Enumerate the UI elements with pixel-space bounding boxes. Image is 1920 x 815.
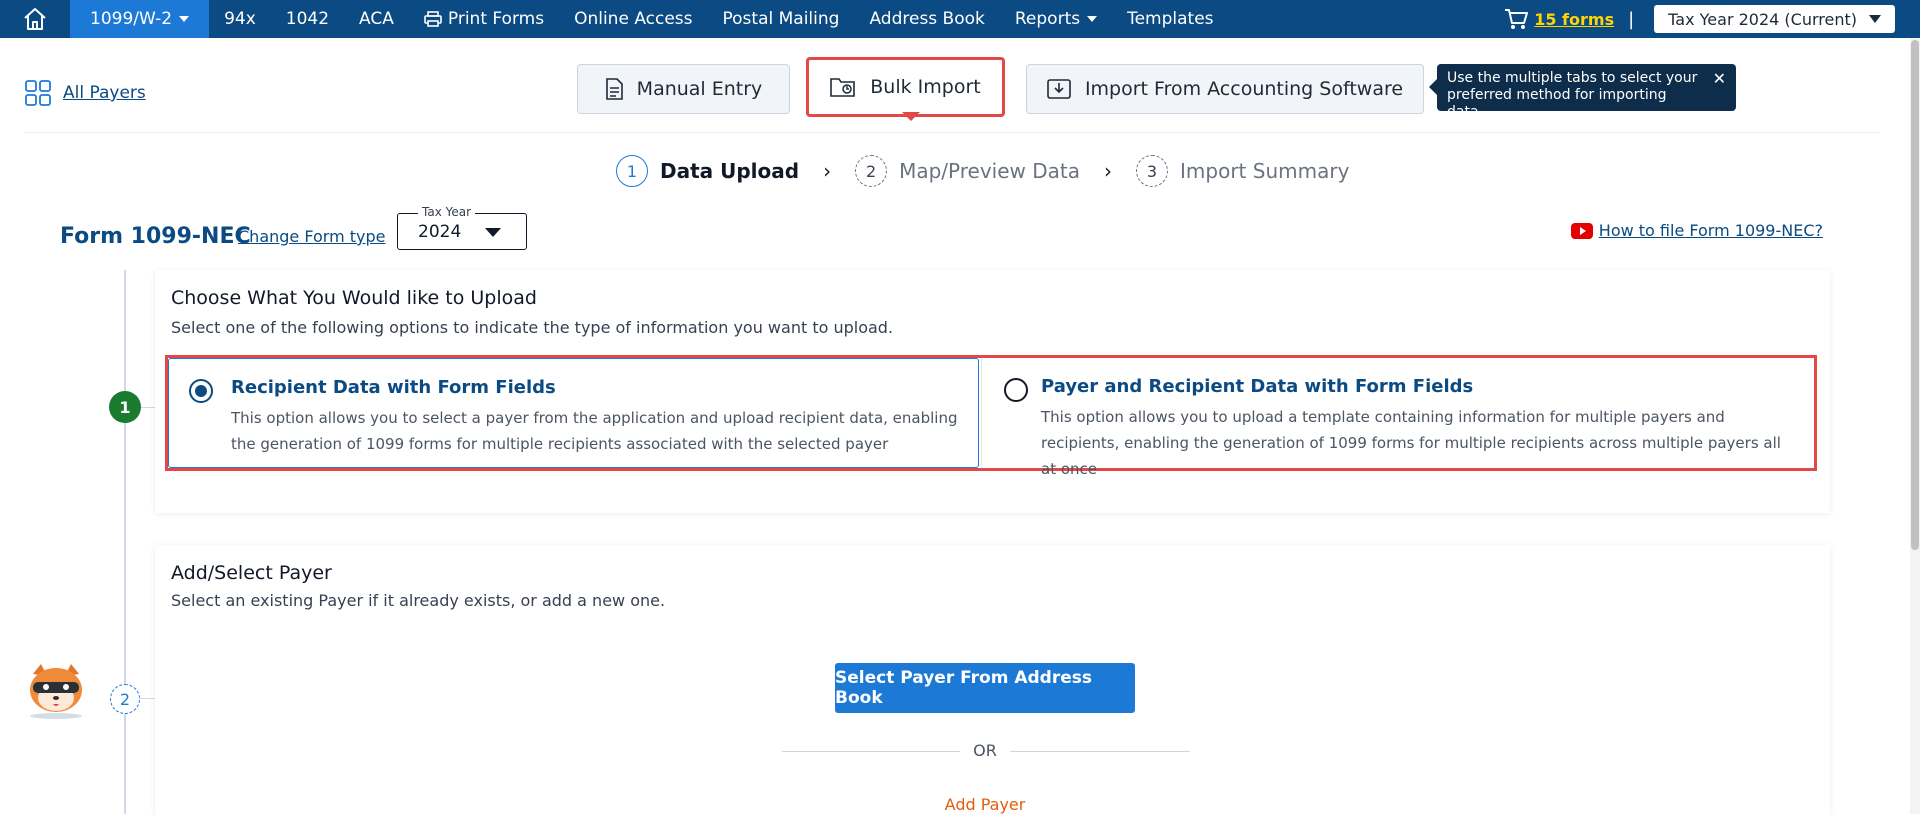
step-data-upload: 1 Data Upload [616, 155, 799, 187]
nav-1099-w2-label: 1099/W-2 [90, 9, 173, 29]
chevron-down-icon [485, 228, 501, 237]
tab-manual-entry-label: Manual Entry [636, 78, 763, 100]
document-icon [605, 78, 623, 100]
timeline-connector [141, 407, 155, 408]
close-icon[interactable]: ✕ [1713, 70, 1726, 87]
radio-unselected[interactable] [1004, 378, 1029, 402]
timeline-line [124, 270, 126, 814]
header-divider [25, 132, 1880, 133]
add-select-payer-card: Add/Select Payer Select an existing Paye… [155, 545, 1830, 815]
upload-type-card: Choose What You Would like to Upload Sel… [155, 270, 1830, 513]
how-to-file[interactable]: How to file Form 1099-NEC? [1570, 221, 1823, 240]
radio-selected[interactable] [189, 379, 213, 403]
all-payers[interactable]: All Payers [25, 80, 146, 106]
select-payer-button[interactable]: Select Payer From Address Book [835, 663, 1135, 713]
card-title: Choose What You Would like to Upload [171, 287, 537, 309]
add-payer-link[interactable]: Add Payer [885, 795, 1085, 814]
home-icon[interactable] [0, 0, 70, 38]
chevron-down-icon [1087, 16, 1098, 22]
tax-year-value: 2024 [418, 222, 462, 242]
nav-94x[interactable]: 94x [209, 0, 271, 38]
option-payer-recipient-data[interactable]: Payer and Recipient Data with Form Field… [981, 358, 1814, 478]
how-to-file-link[interactable]: How to file Form 1099-NEC? [1599, 221, 1823, 240]
cart-icon [1505, 9, 1529, 29]
timeline-connector [140, 698, 155, 699]
tax-year-select[interactable]: Tax Year 2024 (Current) [1654, 5, 1895, 33]
option-description: This option allows you to upload a templ… [1041, 408, 1781, 478]
import-tooltip: Use the multiple tabs to select your pre… [1429, 64, 1736, 120]
option-title: Recipient Data with Form Fields [231, 377, 556, 398]
step-import-summary: 3 Import Summary [1136, 155, 1349, 187]
option-description: This option allows you to select a payer… [231, 409, 958, 453]
all-payers-link[interactable]: All Payers [63, 83, 146, 103]
cart-count-link[interactable]: 15 forms [1534, 10, 1614, 29]
step-label: Import Summary [1180, 159, 1350, 183]
nav-separator: | [1628, 8, 1635, 30]
scrollbar-thumb[interactable] [1911, 40, 1919, 550]
nav-reports-label: Reports [1014, 9, 1081, 29]
step-number: 1 [616, 155, 648, 187]
tab-import-accounting-label: Import From Accounting Software [1084, 78, 1404, 100]
nav-online-access[interactable]: Online Access [559, 0, 707, 38]
nav-postal-mailing[interactable]: Postal Mailing [708, 0, 855, 38]
option-recipient-data[interactable]: Recipient Data with Form Fields This opt… [168, 358, 980, 468]
step-map-preview: 2 Map/Preview Data [855, 155, 1080, 187]
step-label: Data Upload [660, 159, 800, 183]
tab-import-accounting[interactable]: Import From Accounting Software [1026, 64, 1424, 114]
nav-templates[interactable]: Templates [1112, 0, 1228, 38]
tab-bulk-import[interactable]: Bulk Import [806, 57, 1005, 117]
tab-manual-entry[interactable]: Manual Entry [577, 64, 790, 114]
tax-year-label: Tax Year 2024 (Current) [1668, 9, 1857, 29]
card-subtitle: Select one of the following options to i… [171, 318, 894, 337]
chevron-down-icon [1869, 15, 1881, 23]
step-number: 2 [855, 155, 888, 187]
nav-1099-w2[interactable]: 1099/W-2 [70, 0, 210, 38]
timeline-step-2: 2 [110, 684, 140, 714]
step-label: Map/Preview Data [899, 159, 1081, 183]
folder-import-icon [830, 78, 856, 97]
youtube-icon [1570, 222, 1593, 239]
top-nav: 1099/W-2 94x 1042 ACA Print Forms Online… [0, 0, 1920, 38]
nav-aca[interactable]: ACA [344, 0, 409, 38]
nav-reports[interactable]: Reports [1000, 0, 1112, 38]
import-stepper: 1 Data Upload › 2 Map/Preview Data › 3 I… [616, 155, 1349, 187]
assistant-mascot-icon[interactable] [23, 660, 89, 720]
chevron-right-icon: › [823, 159, 832, 183]
or-label: OR [960, 741, 1010, 760]
nav-print-forms[interactable]: Print Forms [409, 0, 559, 38]
grid-icon [25, 80, 51, 106]
card-title: Add/Select Payer [171, 562, 332, 584]
form-title: Form 1099-NEC [60, 224, 251, 249]
printer-icon [424, 11, 442, 27]
cart[interactable]: 15 forms [1504, 8, 1614, 30]
option-title: Payer and Recipient Data with Form Field… [1041, 376, 1474, 397]
step-number: 3 [1136, 155, 1169, 187]
tax-year-legend: Tax Year [418, 205, 476, 219]
tooltip-text: Use the multiple tabs to select your pre… [1447, 70, 1698, 120]
timeline-step-1: 1 [109, 391, 141, 423]
change-form-type-link[interactable]: Change Form type [238, 227, 385, 246]
nav-1042[interactable]: 1042 [271, 0, 344, 38]
tab-bulk-import-label: Bulk Import [870, 76, 981, 98]
tax-year-dropdown[interactable]: Tax Year 2024 [397, 205, 527, 250]
chevron-down-icon [179, 16, 190, 22]
nav-address-book[interactable]: Address Book [854, 0, 999, 38]
card-subtitle: Select an existing Payer if it already e… [171, 591, 666, 610]
download-tray-icon [1047, 79, 1071, 99]
nav-print-forms-label: Print Forms [447, 9, 545, 29]
chevron-right-icon: › [1104, 159, 1113, 183]
upload-options: Recipient Data with Form Fields This opt… [165, 355, 1817, 478]
active-tab-pointer [902, 112, 920, 121]
